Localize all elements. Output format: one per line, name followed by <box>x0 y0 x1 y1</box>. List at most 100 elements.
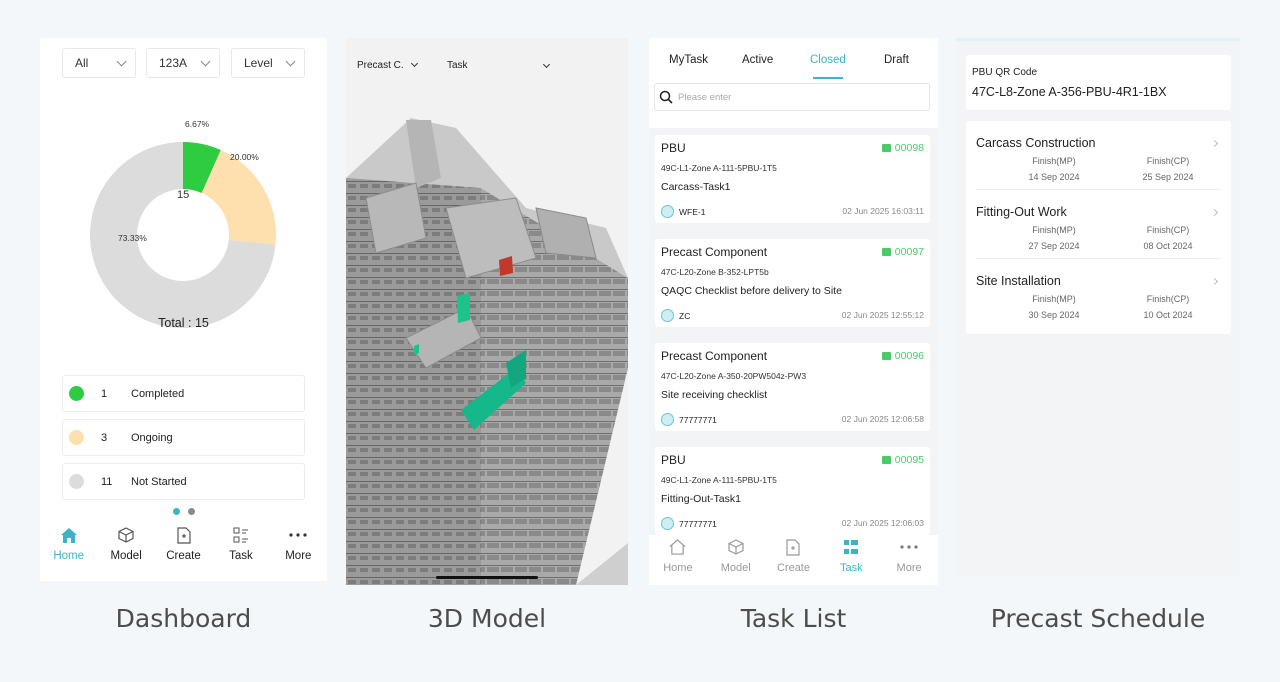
cube-icon <box>726 537 746 557</box>
task-number-text: 00097 <box>894 246 924 258</box>
avatar <box>661 205 674 218</box>
tab-home[interactable]: Home <box>40 519 97 581</box>
tab-more-label: More <box>896 562 922 574</box>
cp-date: 08 Oct 2024 <box>1143 241 1193 251</box>
tab-home-label: Home <box>53 550 85 562</box>
tab-closed[interactable]: Closed <box>810 54 846 66</box>
home-indicator <box>436 576 538 579</box>
task-user-name: 77777771 <box>679 518 717 529</box>
home-icon <box>59 525 79 545</box>
tab-active[interactable]: Active <box>742 54 773 66</box>
ongoing-dot-icon <box>69 430 84 445</box>
page-indicator[interactable] <box>173 508 195 515</box>
task-type: PBU <box>661 141 686 155</box>
task-time: 02 Jun 2025 16:03:11 <box>842 206 924 216</box>
filter-all-select[interactable]: All <box>62 48 136 78</box>
stage-name: Site Installation <box>976 274 1061 288</box>
mp-date: 14 Sep 2024 <box>1028 172 1080 182</box>
tab-model[interactable]: Model <box>707 535 765 585</box>
task-number-text: 00095 <box>894 454 924 466</box>
dashboard-screen: All 123A Level 6.67% 20.00% 73.33% 15 To… <box>40 38 327 581</box>
slice-label-not-started: 73.33% <box>118 233 147 243</box>
cube-icon <box>116 525 136 545</box>
task-user: ZC <box>661 309 690 322</box>
mp-date: 27 Sep 2024 <box>1028 241 1080 251</box>
task-user-name: 77777771 <box>679 414 717 425</box>
caption-dashboard: Dashboard <box>115 604 252 633</box>
caption-3d-model: 3D Model <box>427 604 547 633</box>
legend-count: 1 <box>101 387 108 400</box>
task-code: 47C-L20-Zone A-350-20PW504z-PW3 <box>661 371 807 381</box>
legend-row-ongoing[interactable]: 3 Ongoing <box>62 419 305 456</box>
tab-model[interactable]: Model <box>97 519 154 581</box>
schedule-row-site-installation[interactable]: Site Installation Finish(MP) Finish(CP) … <box>966 259 1231 328</box>
tab-create-label: Create <box>776 562 810 574</box>
tab-more[interactable]: More <box>270 519 327 581</box>
not-started-dot-icon <box>69 474 84 489</box>
precast-schedule-screen: PBU QR Code 47C-L8-Zone A-356-PBU-4R1-1B… <box>956 38 1240 575</box>
caption-precast-schedule: Precast Schedule <box>990 604 1206 633</box>
task-type: Precast Component <box>661 245 768 259</box>
chevron-down-icon <box>200 56 211 67</box>
task-header: MyTask Active Closed Draft Please enter <box>649 38 938 128</box>
legend-row-not-started[interactable]: 11 Not Started <box>62 463 305 500</box>
schedule-row-fitting-out[interactable]: Fitting-Out Work Finish(MP) Finish(CP) 2… <box>966 190 1231 259</box>
tab-task[interactable]: Task <box>822 535 880 585</box>
filter-block-select[interactable]: 123A <box>146 48 220 78</box>
chevron-right-icon <box>1210 277 1219 286</box>
task-card[interactable]: Precast Component 00097 47C-L20-Zone B-3… <box>655 239 930 327</box>
tab-model-label: Model <box>720 562 751 574</box>
tab-task[interactable]: Task <box>212 519 269 581</box>
schedule-row-carcass[interactable]: Carcass Construction Finish(MP) Finish(C… <box>966 121 1231 190</box>
page-dot[interactable] <box>188 508 195 515</box>
avatar <box>661 517 674 530</box>
search-icon <box>659 90 673 104</box>
add-document-icon <box>783 537 803 557</box>
task-type: PBU <box>661 453 686 467</box>
task-user: WFE-1 <box>661 205 705 218</box>
task-number-text: 00096 <box>894 350 924 362</box>
tab-create[interactable]: Create <box>765 535 823 585</box>
task-user-name: WFE-1 <box>679 206 706 217</box>
tab-mytask[interactable]: MyTask <box>669 54 708 66</box>
cp-label: Finish(CP) <box>1146 225 1190 235</box>
avatar <box>661 413 674 426</box>
more-icon <box>288 525 308 545</box>
task-id-icon <box>881 352 891 360</box>
task-type: Precast Component <box>661 349 768 363</box>
tab-task-label: Task <box>839 562 863 574</box>
tab-home[interactable]: Home <box>649 535 707 585</box>
filter-block-label: 123A <box>159 56 188 70</box>
task-card[interactable]: PBU 00098 49C-L1-Zone A-111-5PBU-1T5 Car… <box>655 135 930 223</box>
task-card[interactable]: PBU 00095 49C-L1-Zone A-111-5PBU-1T5 Fit… <box>655 447 930 535</box>
task-number-text: 00098 <box>894 142 924 154</box>
task-card[interactable]: Precast Component 00096 47C-L20-Zone A-3… <box>655 343 930 431</box>
filter-level-label: Level <box>244 56 273 70</box>
filter-level-select[interactable]: Level <box>231 48 305 78</box>
total-count: Total : 15 <box>158 316 209 330</box>
qr-code-label: PBU QR Code <box>972 67 1038 78</box>
task-title: QAQC Checklist before delivery to Site <box>661 285 842 297</box>
task-time: 02 Jun 2025 12:06:03 <box>841 518 924 528</box>
bottom-tab-bar: Home Model Create Task More <box>649 535 938 585</box>
schedule-list: Carcass Construction Finish(MP) Finish(C… <box>966 121 1231 334</box>
search-input[interactable]: Please enter <box>654 83 930 111</box>
task-list-screen: MyTask Active Closed Draft Please enter … <box>649 38 938 585</box>
stage-name: Carcass Construction <box>976 136 1096 150</box>
building-3d-view[interactable] <box>346 38 628 585</box>
completed-dot-icon <box>69 386 84 401</box>
mp-label: Finish(MP) <box>1032 156 1076 166</box>
tab-draft[interactable]: Draft <box>884 54 909 66</box>
task-id-icon <box>881 456 891 464</box>
task-user: 77777771 <box>661 413 717 426</box>
task-title: Carcass-Task1 <box>661 181 731 193</box>
slice-label-ongoing: 20.00% <box>230 152 259 162</box>
tab-create[interactable]: Create <box>155 519 212 581</box>
tab-more[interactable]: More <box>880 535 938 585</box>
mp-date: 30 Sep 2024 <box>1028 310 1080 320</box>
cp-label: Finish(CP) <box>1146 156 1190 166</box>
page-dot-active[interactable] <box>173 508 180 515</box>
task-user: 77777771 <box>661 517 717 530</box>
legend-label: Ongoing <box>131 431 173 444</box>
legend-row-completed[interactable]: 1 Completed <box>62 375 305 412</box>
